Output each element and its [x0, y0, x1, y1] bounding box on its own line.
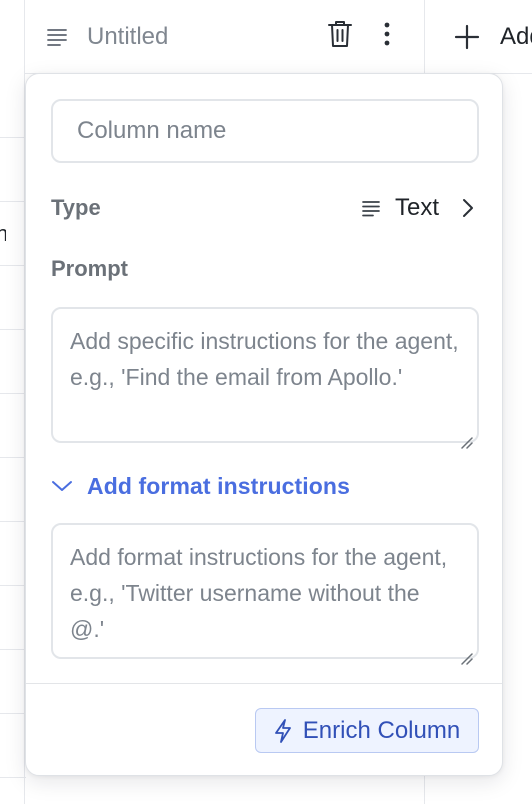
- add-column-label: Add: [500, 22, 532, 50]
- enrich-column-button[interactable]: Enrich Column: [255, 708, 479, 753]
- prompt-textarea[interactable]: Add specific instructions for the agent,…: [51, 307, 479, 449]
- footer-divider: [26, 683, 502, 684]
- chevron-right-icon: [457, 197, 479, 219]
- lightning-bolt-icon: [274, 718, 294, 743]
- format-placeholder: Add format instructions for the agent, e…: [70, 544, 448, 642]
- type-row: Type Text: [51, 190, 479, 226]
- row-divider: [0, 457, 26, 458]
- delete-column-button[interactable]: [325, 19, 355, 54]
- more-vertical-icon: [384, 22, 390, 51]
- type-value: Text: [394, 194, 439, 221]
- row-divider: [0, 201, 26, 202]
- column-name-input[interactable]: [51, 99, 479, 163]
- column-menu-button[interactable]: [372, 22, 402, 52]
- type-select[interactable]: Text: [361, 194, 479, 222]
- plus-icon: [454, 24, 480, 50]
- trash-icon: [327, 19, 353, 54]
- row-divider: [0, 393, 26, 394]
- format-instructions-toggle[interactable]: Add format instructions: [51, 470, 350, 502]
- type-label: Type: [51, 195, 101, 220]
- resize-handle-icon[interactable]: [459, 639, 473, 665]
- format-toggle-label: Add format instructions: [87, 472, 350, 499]
- row-divider: [0, 329, 26, 330]
- row-divider: [0, 265, 26, 266]
- screen: n Untitled: [0, 0, 532, 804]
- prompt-label: Prompt: [51, 256, 128, 281]
- prompt-placeholder: Add specific instructions for the agent,…: [70, 328, 459, 390]
- text-lines-icon: [361, 197, 383, 219]
- row-divider: [0, 713, 26, 714]
- text-lines-icon: [46, 26, 68, 48]
- add-column-button[interactable]: Add: [424, 0, 532, 74]
- row-divider: [0, 137, 26, 138]
- row-divider: [0, 649, 26, 650]
- row-divider: [0, 585, 26, 586]
- column-title[interactable]: Untitled: [87, 23, 325, 51]
- enrich-column-label: Enrich Column: [302, 716, 461, 744]
- column-settings-popover: Type Text: [25, 73, 503, 776]
- row-divider: [0, 521, 26, 522]
- column-header[interactable]: Untitled: [24, 0, 424, 74]
- format-instructions-textarea[interactable]: Add format instructions for the agent, e…: [51, 523, 479, 665]
- table-cell-fragment: n: [0, 221, 6, 247]
- resize-handle-icon[interactable]: [459, 423, 473, 449]
- row-divider: [0, 777, 26, 778]
- chevron-down-icon: [51, 475, 73, 497]
